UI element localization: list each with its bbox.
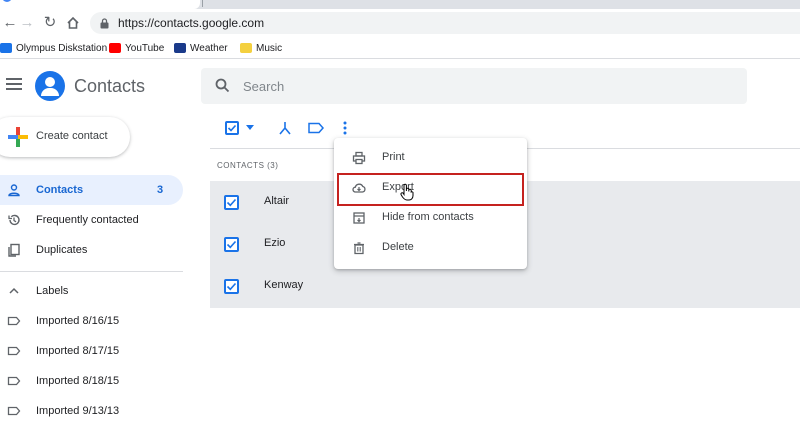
bookmarks-bar: Olympus Diskstation YouTube Weather Musi…: [0, 37, 800, 59]
sidebar-item-frequently-contacted[interactable]: Frequently contacted: [0, 205, 183, 235]
sidebar-label-text: Imported 9/13/13: [36, 405, 120, 417]
hand-cursor-icon: [400, 183, 414, 201]
folder-icon: [240, 43, 252, 53]
sidebar-label-text: Imported 8/18/15: [36, 375, 120, 387]
menu-item-delete[interactable]: Delete: [334, 233, 527, 263]
sidebar-label-text: Imported 8/16/15: [36, 315, 120, 327]
search-bar[interactable]: [201, 68, 747, 104]
label-icon: [7, 406, 21, 416]
sidebar-item-label: Contacts: [36, 184, 84, 196]
address-bar[interactable]: https://contacts.google.com: [90, 12, 800, 34]
search-icon: [215, 78, 230, 93]
label-icon: [7, 316, 21, 326]
home-icon[interactable]: [63, 13, 83, 33]
browser-tabstrip: [0, 0, 800, 9]
label-icon: [7, 376, 21, 386]
search-input[interactable]: [243, 76, 723, 96]
tab-separator: [202, 0, 203, 7]
merge-icon[interactable]: [278, 120, 292, 136]
contact-name: Kenway: [264, 279, 304, 291]
reload-icon[interactable]: ↻: [40, 13, 60, 33]
app-title: Contacts: [74, 76, 146, 96]
select-all-checkbox[interactable]: [225, 121, 239, 135]
sidebar-item-label: Frequently contacted: [36, 214, 139, 226]
create-contact-button[interactable]: Create contact: [0, 117, 130, 157]
print-icon: [352, 151, 366, 165]
bookmark-olympus[interactable]: Olympus Diskstation: [0, 40, 107, 56]
export-highlight-box: [337, 173, 524, 206]
history-icon: [8, 214, 20, 226]
bookmark-label: Weather: [190, 42, 228, 54]
chevron-up-icon: [9, 287, 19, 294]
bookmark-youtube[interactable]: YouTube: [109, 40, 164, 56]
labels-heading[interactable]: Labels: [0, 276, 183, 306]
create-contact-label: Create contact: [36, 130, 108, 142]
contact-name: Altair: [264, 195, 290, 207]
sidebar-label-text: Imported 8/17/15: [36, 345, 120, 357]
menu-icon[interactable]: [6, 78, 22, 92]
sidebar-item-label: Duplicates: [36, 244, 88, 256]
contacts-count: 3: [157, 184, 164, 196]
bookmark-label: Music: [256, 42, 283, 54]
bookmark-music[interactable]: Music: [240, 40, 282, 56]
label-icon: [7, 346, 21, 356]
contact-row[interactable]: Kenway: [210, 265, 800, 307]
browser-tab[interactable]: [0, 0, 200, 9]
sidebar-label-item[interactable]: Imported 8/17/15: [0, 336, 183, 366]
label-icon[interactable]: [307, 120, 325, 136]
tab-favicon-icon: [2, 0, 12, 2]
url-text: https://contacts.google.com: [118, 16, 265, 30]
weather-icon: [174, 43, 186, 53]
plus-icon: [8, 127, 28, 147]
diskstation-icon: [0, 43, 12, 53]
bookmark-label: Olympus Diskstation: [16, 42, 108, 54]
archive-icon: [353, 212, 365, 224]
trash-icon: [354, 242, 364, 255]
browser-navbar: ← → ↻ https://contacts.google.com: [0, 9, 800, 37]
menu-item-label: Delete: [382, 241, 414, 253]
menu-item-label: Print: [382, 151, 405, 163]
row-checkbox[interactable]: [224, 195, 239, 210]
sidebar-label-item[interactable]: Imported 8/18/15: [0, 366, 183, 396]
lock-icon: [100, 18, 109, 29]
sidebar-label-item[interactable]: Imported 8/16/15: [0, 306, 183, 336]
menu-item-hide-from-contacts[interactable]: Hide from contacts: [334, 203, 527, 233]
sidebar-divider: [0, 271, 183, 272]
sidebar-label-item[interactable]: Imported 9/13/13: [0, 396, 183, 426]
labels-heading-text: Labels: [36, 285, 69, 297]
menu-item-label: Hide from contacts: [382, 211, 474, 223]
person-icon: [8, 184, 20, 197]
bookmark-label: YouTube: [125, 42, 165, 54]
contacts-list-header: CONTACTS (3): [217, 161, 279, 170]
contacts-logo-icon: [35, 71, 65, 101]
sidebar-item-duplicates[interactable]: Duplicates: [0, 235, 183, 265]
menu-item-print[interactable]: Print: [334, 143, 527, 173]
dropdown-caret-icon[interactable]: [246, 125, 254, 131]
more-vert-icon[interactable]: [341, 120, 349, 136]
row-checkbox[interactable]: [224, 279, 239, 294]
youtube-icon: [109, 43, 121, 53]
copy-icon: [8, 243, 20, 257]
bookmark-weather[interactable]: Weather: [174, 40, 228, 56]
row-checkbox[interactable]: [224, 237, 239, 252]
forward-arrow-icon[interactable]: →: [17, 13, 37, 33]
contact-name: Ezio: [264, 237, 286, 249]
sidebar-item-contacts[interactable]: Contacts 3: [0, 175, 183, 205]
contacts-app: Contacts Create contact Contacts 3 Frequ…: [0, 60, 800, 439]
